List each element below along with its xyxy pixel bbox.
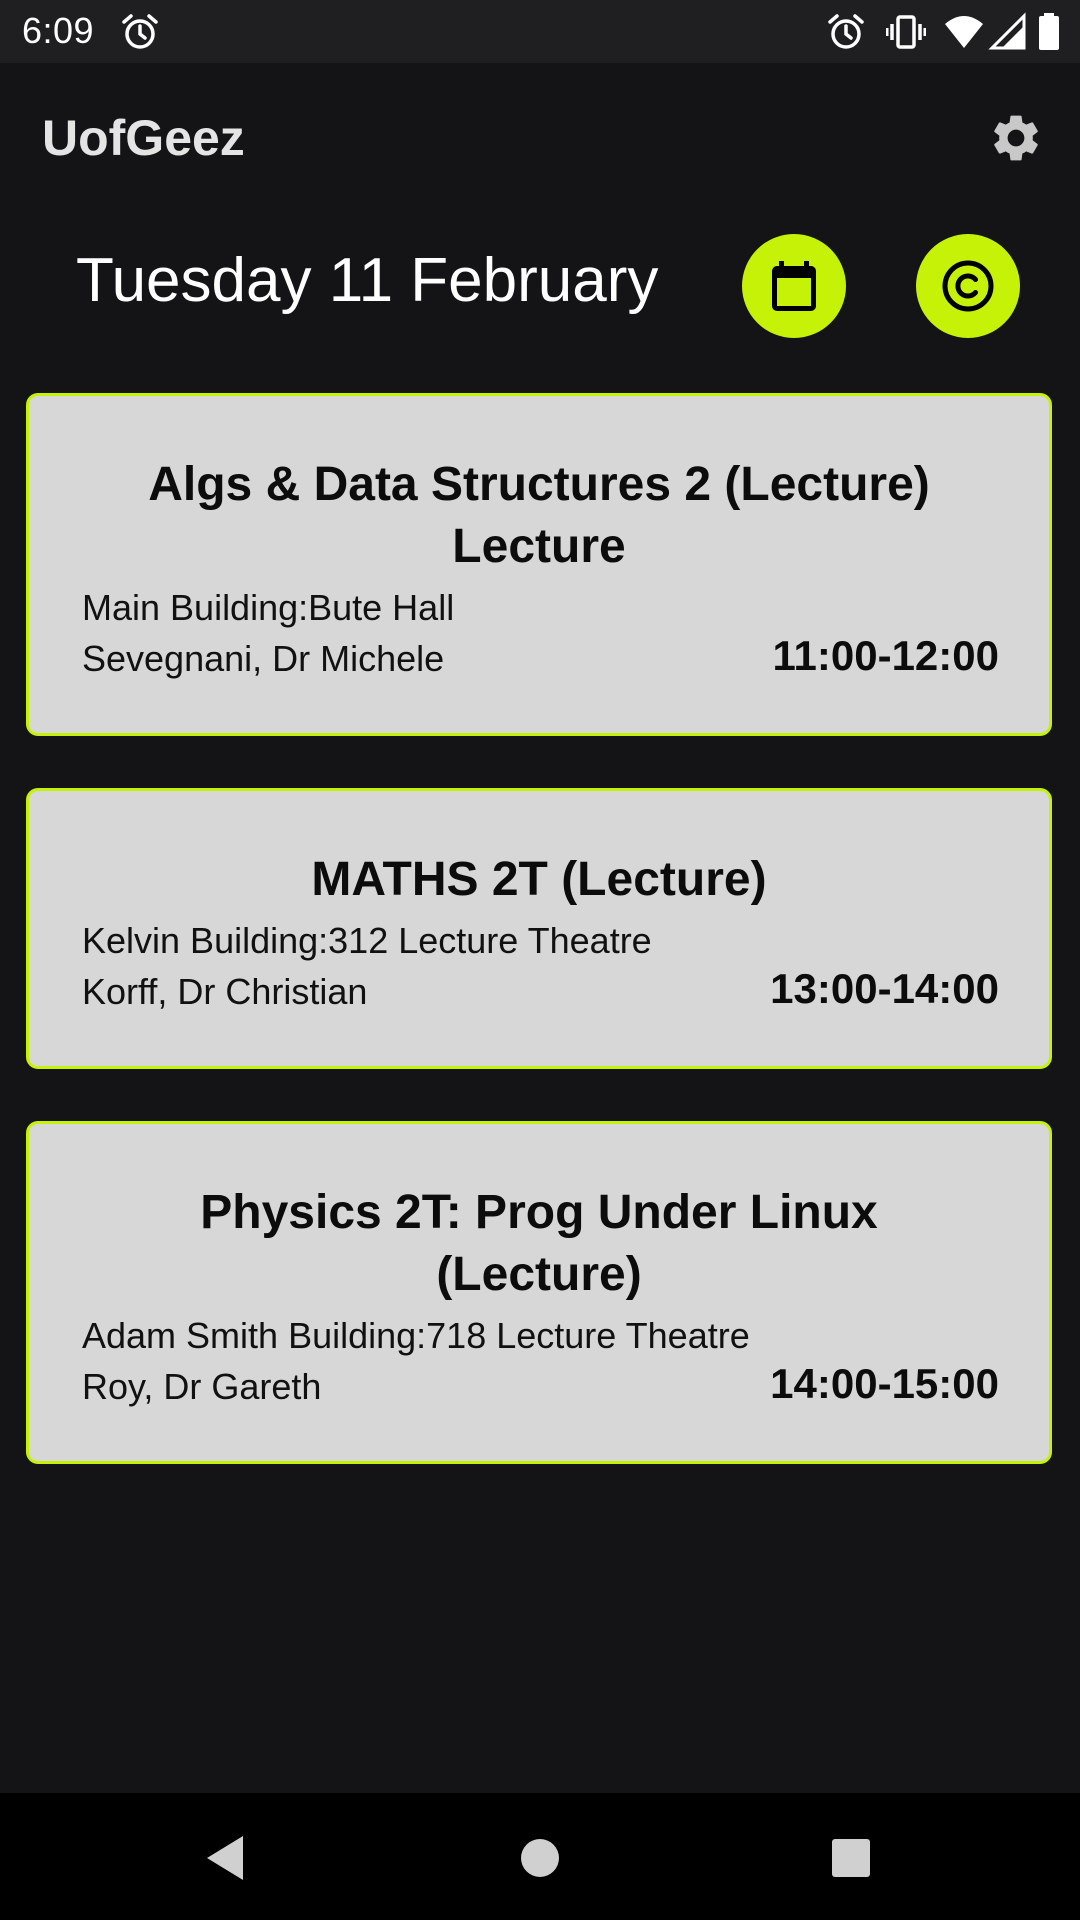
lecture-title-line: MATHS 2T (Lecture) <box>311 853 767 906</box>
lecture-lecturer: Sevegnani, Dr Michele <box>82 638 445 679</box>
lecture-title-line: Physics 2T: Prog Under Linux <box>200 1186 878 1239</box>
recents-icon <box>832 1839 870 1877</box>
lecture-time: 14:00-15:00 <box>770 1360 999 1407</box>
lecture-title-line: Lecture <box>452 520 626 573</box>
lecture-time: 13:00-14:00 <box>770 965 999 1012</box>
recents-button[interactable] <box>816 1823 886 1893</box>
vibrate-icon <box>885 12 927 52</box>
home-icon <box>521 1839 559 1877</box>
settings-button[interactable] <box>988 110 1044 166</box>
date-title: Tuesday 11 February <box>76 246 659 315</box>
home-button[interactable] <box>505 1823 575 1893</box>
copyright-icon <box>942 260 994 312</box>
lecture-location: Kelvin Building:312 Lecture Theatre <box>82 920 652 961</box>
app-title: UofGeez <box>42 110 245 166</box>
app-screen: 6:09 UofGeez Tuesday 11 February Algs & … <box>0 0 1080 1920</box>
alarm-icon <box>120 12 160 52</box>
lecture-title: Physics 2T: Prog Under Linux (Lecture) <box>89 1182 989 1306</box>
signal-icon <box>988 12 1028 52</box>
wifi-icon <box>944 12 984 52</box>
lecture-title: MATHS 2T (Lecture) <box>89 849 989 911</box>
gear-icon <box>994 115 1038 161</box>
status-time: 6:09 <box>22 10 95 51</box>
calendar-button[interactable] <box>742 234 846 338</box>
back-icon <box>207 1836 243 1880</box>
lecture-card[interactable]: MATHS 2T (Lecture) Kelvin Building:312 L… <box>26 788 1052 1069</box>
navigation-bar <box>0 1793 1080 1920</box>
lecture-lecturer: Korff, Dr Christian <box>82 971 368 1012</box>
lecture-time: 11:00-12:00 <box>772 632 999 679</box>
alarm-icon <box>826 12 866 52</box>
calendar-icon <box>772 261 816 311</box>
lecture-title-line: Algs & Data Structures 2 (Lecture) <box>148 458 930 511</box>
lecture-lecturer: Roy, Dr Gareth <box>82 1366 322 1407</box>
lecture-title-line: (Lecture) <box>436 1248 642 1301</box>
lecture-card[interactable]: Algs & Data Structures 2 (Lecture) Lectu… <box>26 393 1052 736</box>
status-bar: 6:09 <box>0 0 1080 63</box>
lecture-card[interactable]: Physics 2T: Prog Under Linux (Lecture) A… <box>26 1121 1052 1464</box>
battery-icon <box>1036 12 1062 52</box>
lecture-title: Algs & Data Structures 2 (Lecture) Lectu… <box>89 454 989 578</box>
back-button[interactable] <box>190 1823 260 1893</box>
lecture-location: Main Building:Bute Hall <box>82 587 455 628</box>
lecture-location: Adam Smith Building:718 Lecture Theatre <box>82 1315 750 1356</box>
copyright-button[interactable] <box>916 234 1020 338</box>
